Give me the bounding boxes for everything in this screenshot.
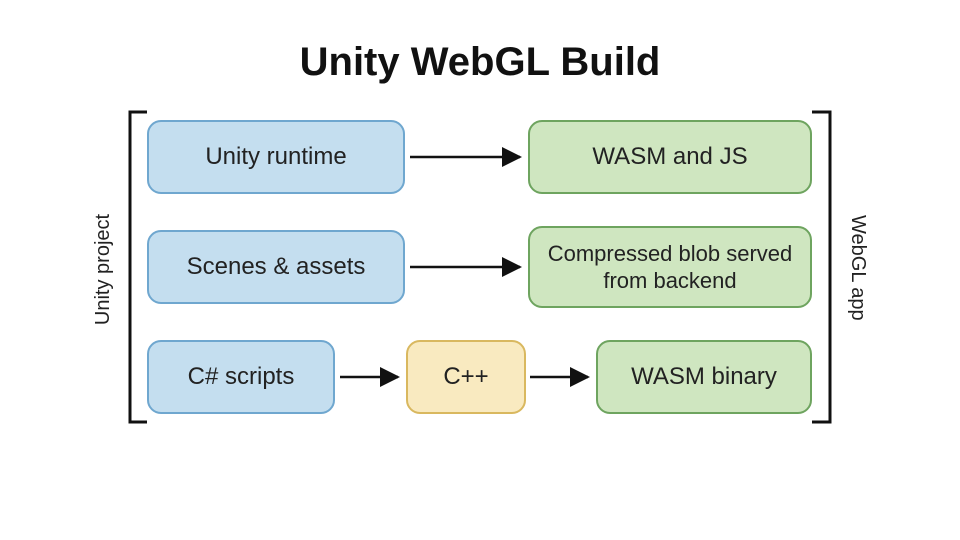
box-wasm-binary: WASM binary xyxy=(596,340,812,414)
left-bracket-icon xyxy=(130,112,147,422)
box-scenes-assets: Scenes & assets xyxy=(147,230,405,304)
box-unity-runtime: Unity runtime xyxy=(147,120,405,194)
box-label: C++ xyxy=(443,362,488,392)
right-group-label: WebGL app xyxy=(846,215,869,321)
box-label: C# scripts xyxy=(188,362,295,392)
diagram-title: Unity WebGL Build xyxy=(0,40,960,85)
box-label: Unity runtime xyxy=(205,142,346,172)
box-label: Compressed blob served from backend xyxy=(544,240,796,295)
box-cpp: C++ xyxy=(406,340,526,414)
box-label: WASM binary xyxy=(631,362,777,392)
box-label: Scenes & assets xyxy=(187,252,366,282)
right-bracket-icon xyxy=(812,112,830,422)
box-wasm-js: WASM and JS xyxy=(528,120,812,194)
left-group-label: Unity project xyxy=(92,214,115,325)
diagram-stage: Unity WebGL Build Unity runtime Scenes &… xyxy=(0,0,960,540)
box-csharp-scripts: C# scripts xyxy=(147,340,335,414)
box-label: WASM and JS xyxy=(592,142,747,172)
box-compressed-blob: Compressed blob served from backend xyxy=(528,226,812,308)
